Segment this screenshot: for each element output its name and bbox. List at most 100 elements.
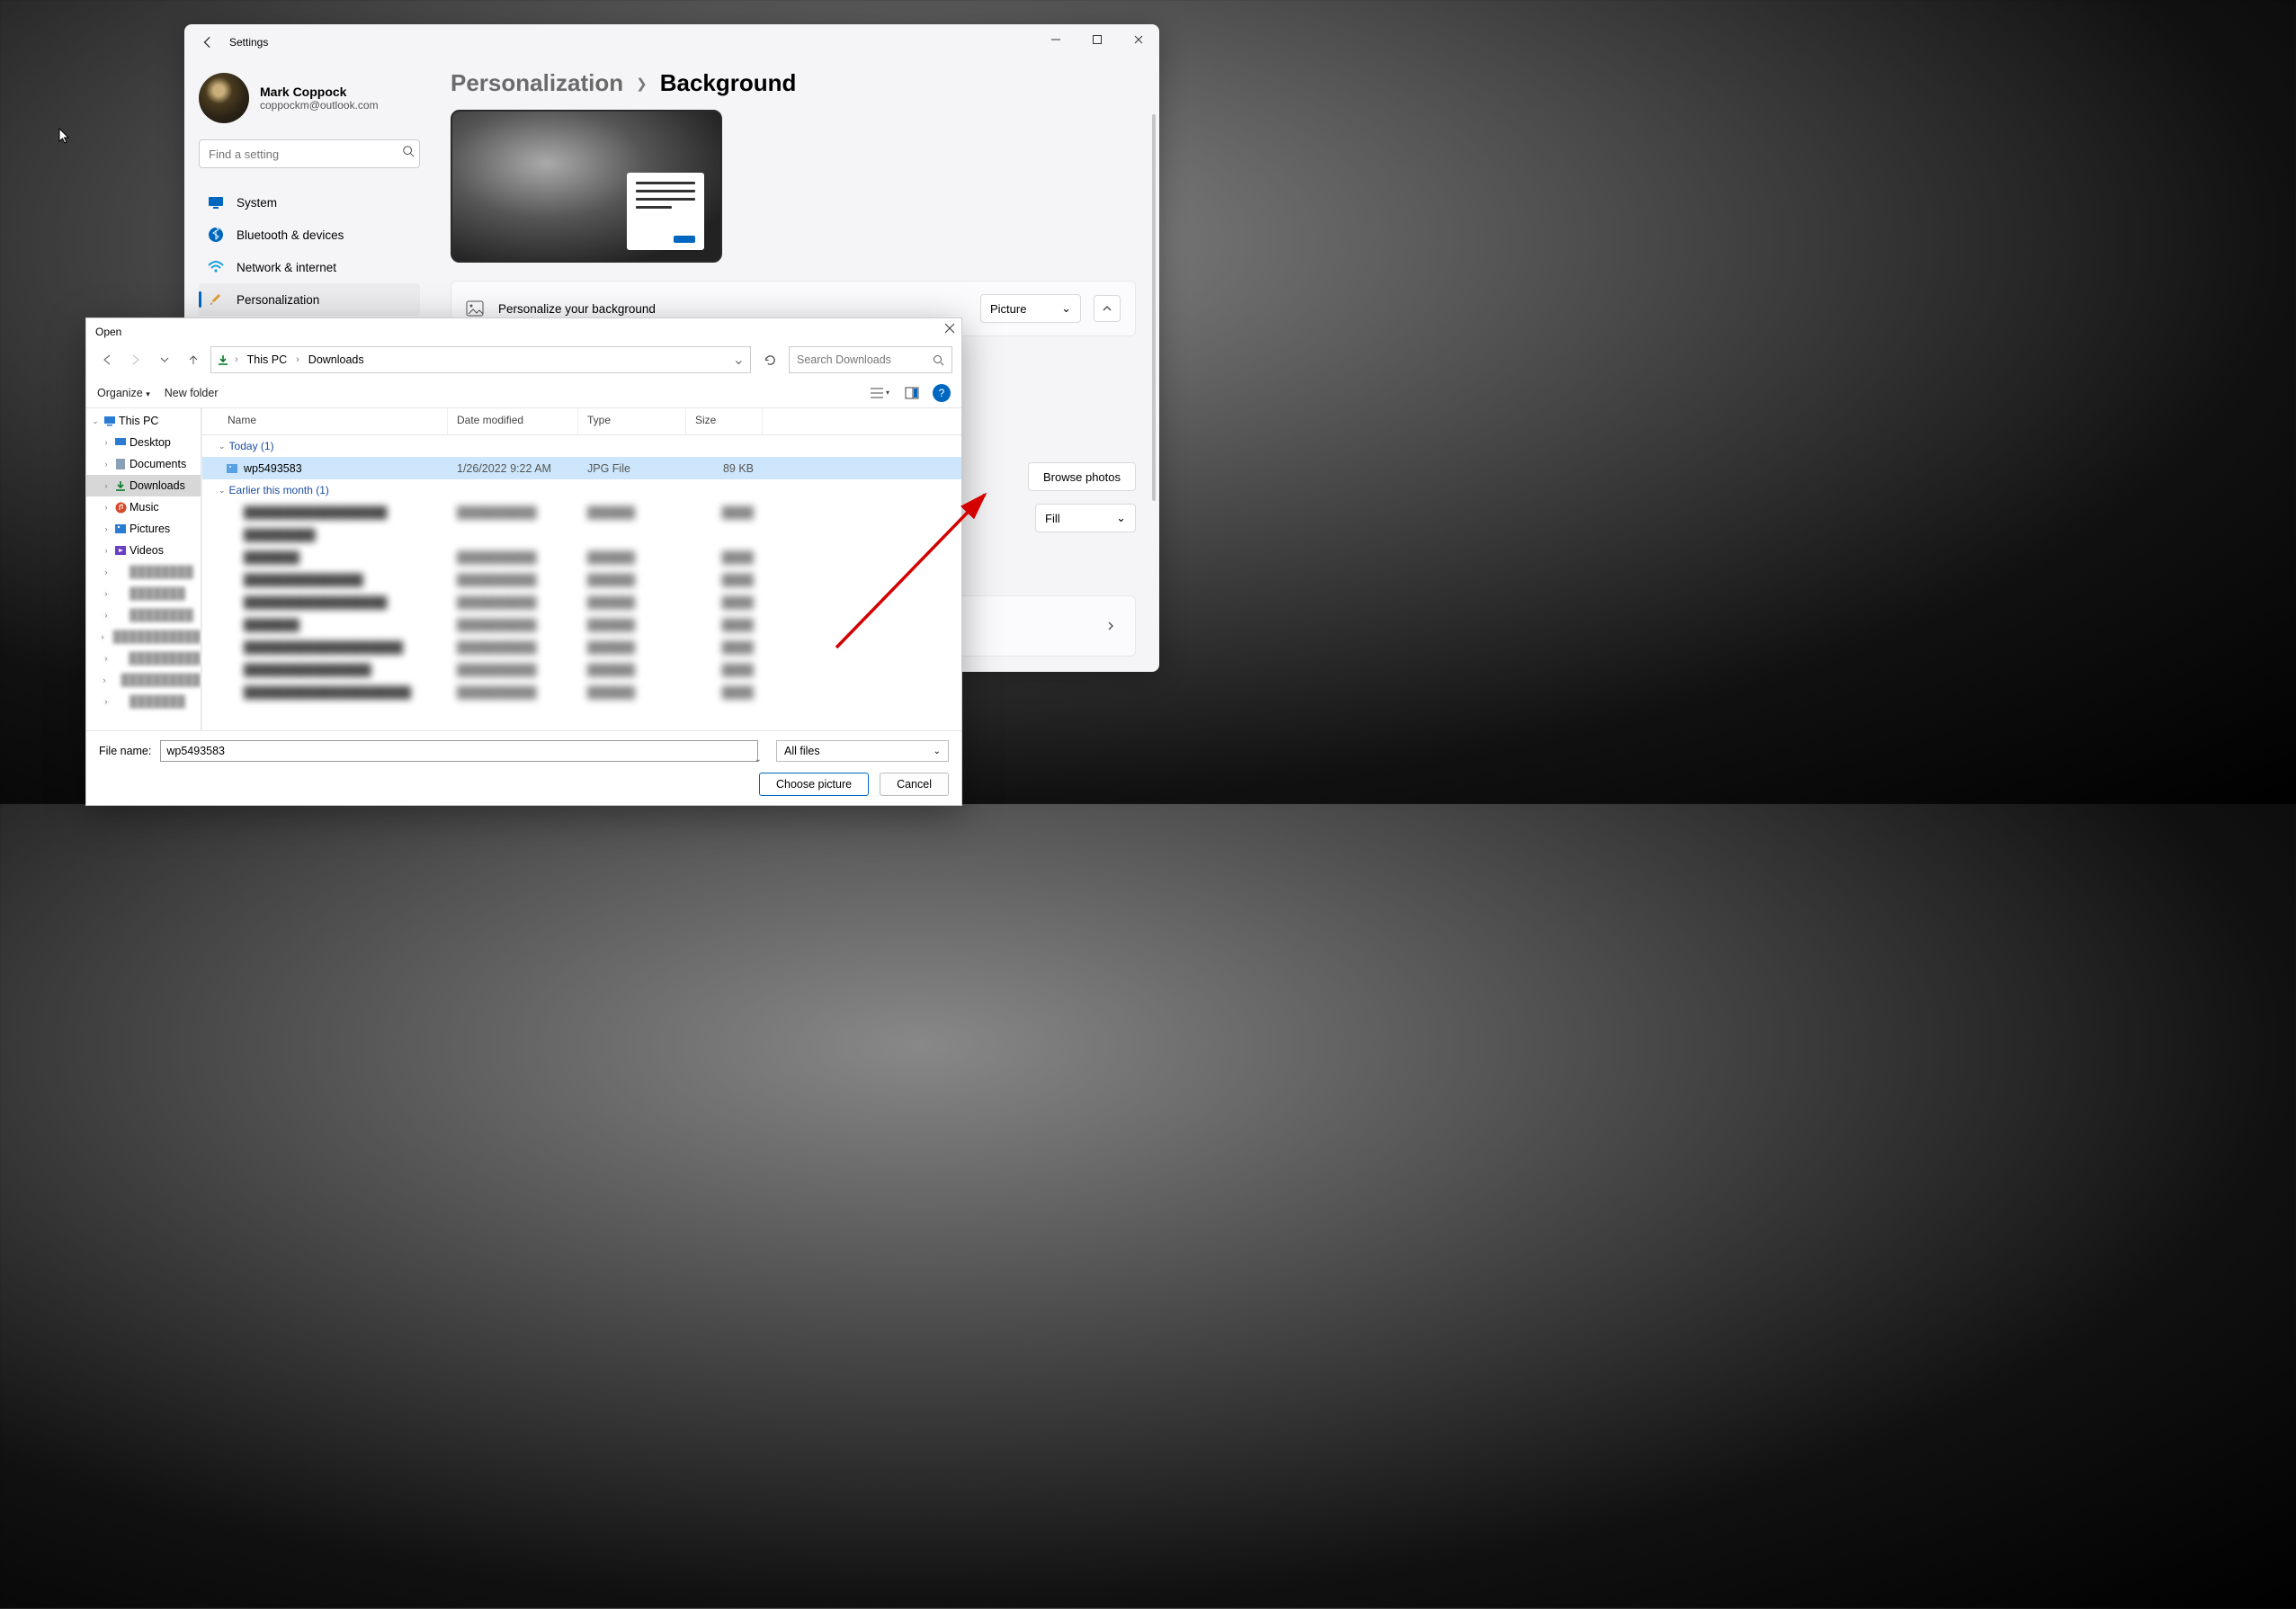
tree-item-hidden[interactable]: ›███████ xyxy=(86,691,201,712)
tree-item-hidden[interactable]: ›████████ xyxy=(86,561,201,583)
caret-right-icon: › xyxy=(101,460,112,469)
paintbrush-icon xyxy=(208,291,224,308)
tree-label: Videos xyxy=(130,544,164,557)
maximize-button[interactable] xyxy=(1077,24,1118,55)
file-row-hidden[interactable]: ██████████████████████████████████████ xyxy=(202,591,961,613)
tree-this-pc[interactable]: ⌄ This PC xyxy=(86,410,201,432)
preview-pane-button[interactable] xyxy=(900,381,924,405)
column-headers[interactable]: Name Date modified Type Size xyxy=(202,408,961,435)
cancel-button[interactable]: Cancel xyxy=(880,773,949,796)
preview-window-icon xyxy=(627,173,704,250)
nav-bluetooth[interactable]: Bluetooth & devices xyxy=(199,219,420,251)
filename-label: File name: xyxy=(99,745,151,757)
search-icon[interactable] xyxy=(402,145,415,157)
tree-label: Downloads xyxy=(130,479,185,492)
back-button[interactable] xyxy=(195,30,220,55)
file-list[interactable]: Name Date modified Type Size ⌄ Today (1)… xyxy=(201,408,961,730)
dialog-title: Open xyxy=(86,318,961,342)
file-row-hidden[interactable]: ██████████████████████████████████████ xyxy=(202,501,961,523)
new-folder-button[interactable]: New folder xyxy=(165,387,219,399)
view-menu-button[interactable]: ▾ xyxy=(868,381,891,405)
folder-tree[interactable]: ⌄ This PC › Desktop › Documents › Downlo… xyxy=(86,408,201,730)
settings-titlebar: Settings xyxy=(184,24,1159,60)
chevron-right-icon: › xyxy=(296,354,299,365)
bluetooth-icon xyxy=(208,227,224,243)
organize-menu[interactable]: Organize ▾ xyxy=(97,387,150,399)
fit-dropdown[interactable]: Fill ⌄ xyxy=(1035,504,1136,532)
tree-item-hidden[interactable]: ›███████████ xyxy=(86,626,201,648)
chevron-right-icon: ❯ xyxy=(636,76,648,92)
nav-recent-button[interactable] xyxy=(153,348,176,371)
file-row-hidden[interactable]: ████████████████████████████████████ xyxy=(202,658,961,681)
open-file-dialog: Open › This PC › Downloads ⌄ Search Down… xyxy=(85,317,962,806)
caret-down-icon: ⌄ xyxy=(90,416,101,426)
tree-desktop[interactable]: › Desktop xyxy=(86,432,201,453)
tree-music[interactable]: › Music xyxy=(86,496,201,518)
file-row-hidden[interactable]: ███████████████████████████ xyxy=(202,613,961,636)
close-button[interactable] xyxy=(1118,24,1159,55)
group-earlier[interactable]: ⌄ Earlier this month (1) xyxy=(202,479,961,501)
file-row[interactable]: wp5493583 1/26/2022 9:22 AM JPG File 89 … xyxy=(202,457,961,479)
group-today[interactable]: ⌄ Today (1) xyxy=(202,435,961,457)
col-size[interactable]: Size xyxy=(686,408,763,434)
tree-item-hidden[interactable]: ›███████ xyxy=(86,583,201,604)
col-date[interactable]: Date modified xyxy=(448,408,578,434)
nav-personalization[interactable]: Personalization xyxy=(199,283,420,316)
address-crumb[interactable]: This PC xyxy=(244,352,290,368)
breadcrumb-parent[interactable]: Personalization xyxy=(451,69,623,97)
settings-search-input[interactable] xyxy=(199,139,420,168)
user-email: coppockm@outlook.com xyxy=(260,99,379,112)
tree-item-hidden[interactable]: ›████████ xyxy=(86,604,201,626)
tree-videos[interactable]: › Videos xyxy=(86,540,201,561)
background-type-dropdown[interactable]: Picture ⌄ xyxy=(980,294,1081,323)
address-crumb[interactable]: Downloads xyxy=(305,352,368,368)
nav-up-button[interactable] xyxy=(182,348,205,371)
caret-right-icon: › xyxy=(101,503,112,512)
nav-label: System xyxy=(237,196,277,210)
documents-icon xyxy=(113,457,128,471)
caret-down-icon: ⌄ xyxy=(219,486,226,496)
file-date: 1/26/2022 9:22 AM xyxy=(448,462,578,475)
expand-card-button[interactable] xyxy=(1094,295,1121,322)
browse-photos-button[interactable]: Browse photos xyxy=(1028,462,1136,491)
file-type: JPG File xyxy=(578,462,686,475)
tree-downloads[interactable]: › Downloads xyxy=(86,475,201,496)
minimize-button[interactable] xyxy=(1035,24,1077,55)
file-row-hidden[interactable]: ████████████████████████████████████████… xyxy=(202,681,961,703)
nav-system[interactable]: System xyxy=(199,186,420,219)
col-type[interactable]: Type xyxy=(578,408,686,434)
tree-documents[interactable]: › Documents xyxy=(86,453,201,475)
nav-forward-button[interactable] xyxy=(124,348,147,371)
chevron-down-icon: ⌄ xyxy=(1061,301,1071,316)
wifi-icon xyxy=(208,259,224,275)
tree-pictures[interactable]: › Pictures xyxy=(86,518,201,540)
search-placeholder: Search Downloads xyxy=(797,353,891,366)
choose-picture-button[interactable]: Choose picture xyxy=(759,773,869,796)
file-row-hidden[interactable]: █████████ xyxy=(202,523,961,546)
dialog-search-input[interactable]: Search Downloads xyxy=(789,346,952,373)
dialog-close-button[interactable] xyxy=(943,322,956,335)
group-label: Today (1) xyxy=(229,440,274,452)
help-button[interactable]: ? xyxy=(933,384,951,402)
tree-item-hidden[interactable]: ›█████████ xyxy=(86,648,201,669)
file-row-hidden[interactable]: ███████████████████████████ xyxy=(202,546,961,568)
tree-item-hidden[interactable]: ›██████████ xyxy=(86,669,201,691)
col-name[interactable]: Name xyxy=(202,408,448,434)
breadcrumb: Personalization ❯ Background xyxy=(451,69,1136,97)
address-dropdown-button[interactable]: ⌄ xyxy=(733,351,745,369)
nav-network[interactable]: Network & internet xyxy=(199,251,420,283)
account-block[interactable]: Mark Coppock coppockm@outlook.com xyxy=(199,73,420,123)
file-row-hidden[interactable]: ████████████████████████████████████████ xyxy=(202,636,961,658)
file-row-hidden[interactable]: ███████████████████████████████████ xyxy=(202,568,961,591)
scrollbar[interactable] xyxy=(1152,114,1156,501)
pc-icon xyxy=(103,414,117,428)
nav-label: Bluetooth & devices xyxy=(237,228,344,242)
address-bar[interactable]: › This PC › Downloads ⌄ xyxy=(210,346,751,373)
chevron-down-icon: ⌄ xyxy=(755,755,762,764)
refresh-button[interactable] xyxy=(756,346,783,373)
nav-back-button[interactable] xyxy=(95,348,119,371)
tree-label: This PC xyxy=(119,415,158,427)
file-size: 89 KB xyxy=(686,462,763,475)
filename-input[interactable] xyxy=(160,740,758,762)
file-filter-dropdown[interactable]: All files ⌄ xyxy=(776,740,949,762)
